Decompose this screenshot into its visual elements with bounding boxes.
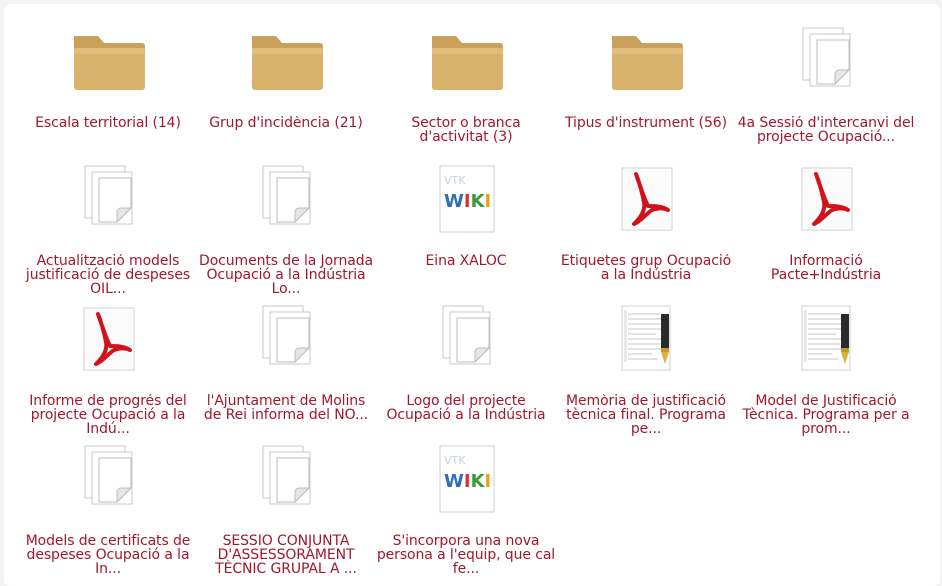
file-item[interactable]: Actualització models justificació de des… bbox=[18, 160, 198, 298]
wiki-icon: VTK WIKI bbox=[426, 440, 506, 520]
file-item-label[interactable]: Grup d'incidència (21) bbox=[196, 116, 376, 130]
pdf-icon bbox=[786, 160, 866, 240]
file-item[interactable]: Informació Pacte+Indústria bbox=[736, 160, 916, 298]
file-item-label[interactable]: Model de Justificació Tècnica. Programa … bbox=[736, 394, 916, 436]
file-item-label[interactable]: Escala territorial (14) bbox=[18, 116, 198, 130]
folder-icon bbox=[606, 22, 686, 102]
file-item-label[interactable]: 4a Sessió d'intercanvi del projecte Ocup… bbox=[736, 116, 916, 144]
document-stack-icon bbox=[246, 300, 326, 380]
file-item-label[interactable]: l'Ajuntament de Molins de Rei informa de… bbox=[196, 394, 376, 422]
file-browser-panel: Escala territorial (14) Grup d'incidènci… bbox=[4, 4, 940, 586]
wiki-icon: VTK WIKI bbox=[426, 160, 506, 240]
file-item[interactable]: Models de certificats de despeses Ocupac… bbox=[18, 440, 198, 578]
pdf-icon bbox=[606, 160, 686, 240]
document-stack-icon bbox=[68, 160, 148, 240]
file-item-label[interactable]: Logo del projecte Ocupació a la Indústri… bbox=[376, 394, 556, 422]
file-item[interactable]: Memòria de justificació tècnica final. P… bbox=[556, 300, 736, 438]
text-document-pen-icon bbox=[786, 300, 866, 380]
svg-text:WIKI: WIKI bbox=[444, 471, 491, 492]
document-stack-icon bbox=[246, 440, 326, 520]
folder-icon bbox=[68, 22, 148, 102]
file-item-label[interactable]: Informació Pacte+Indústria bbox=[736, 254, 916, 282]
file-item-label[interactable]: Actualització models justificació de des… bbox=[18, 254, 198, 296]
file-item-label[interactable]: Memòria de justificació tècnica final. P… bbox=[556, 394, 736, 436]
file-item[interactable]: Sector o branca d'activitat (3) bbox=[376, 22, 556, 160]
file-item[interactable]: Logo del projecte Ocupació a la Indústri… bbox=[376, 300, 556, 438]
file-item-label[interactable]: SESSIÓ CONJUNTA D'ASSESSORAMENT TÈCNIC G… bbox=[196, 534, 376, 576]
file-item[interactable]: 4a Sessió d'intercanvi del projecte Ocup… bbox=[736, 22, 916, 160]
file-item[interactable]: Tipus d'instrument (56) bbox=[556, 22, 736, 160]
folder-icon bbox=[426, 22, 506, 102]
file-item[interactable]: Documents de la Jornada Ocupació a la In… bbox=[196, 160, 376, 298]
file-item[interactable]: l'Ajuntament de Molins de Rei informa de… bbox=[196, 300, 376, 438]
file-item-label[interactable]: Etiquetes grup Ocupació a la Indústria bbox=[556, 254, 736, 282]
folder-icon bbox=[246, 22, 326, 102]
text-document-pen-icon bbox=[606, 300, 686, 380]
svg-text:VTK: VTK bbox=[444, 174, 466, 187]
file-item-label[interactable]: Tipus d'instrument (56) bbox=[556, 116, 736, 130]
document-stack-icon bbox=[426, 300, 506, 380]
document-stack-icon bbox=[68, 440, 148, 520]
file-item[interactable]: Model de Justificació Tècnica. Programa … bbox=[736, 300, 916, 438]
file-item[interactable]: Etiquetes grup Ocupació a la Indústria bbox=[556, 160, 736, 298]
file-item[interactable]: VTK WIKI Eina XALOC bbox=[376, 160, 556, 298]
pdf-icon bbox=[68, 300, 148, 380]
file-item[interactable]: Informe de progrés del projecte Ocupació… bbox=[18, 300, 198, 438]
svg-text:VTK: VTK bbox=[444, 454, 466, 467]
file-item-label[interactable]: Sector o branca d'activitat (3) bbox=[376, 116, 556, 144]
file-item-label[interactable]: Eina XALOC bbox=[376, 254, 556, 268]
item-grid: Escala territorial (14) Grup d'incidènci… bbox=[4, 4, 940, 586]
file-item[interactable]: VTK WIKI S'incorpora una nova persona a … bbox=[376, 440, 556, 578]
file-item[interactable]: Grup d'incidència (21) bbox=[196, 22, 376, 160]
file-item[interactable]: SESSIÓ CONJUNTA D'ASSESSORAMENT TÈCNIC G… bbox=[196, 440, 376, 578]
file-item-label[interactable]: Models de certificats de despeses Ocupac… bbox=[18, 534, 198, 576]
document-stack-icon bbox=[786, 22, 866, 102]
svg-text:WIKI: WIKI bbox=[444, 191, 491, 212]
file-item-label[interactable]: S'incorpora una nova persona a l'equip, … bbox=[376, 534, 556, 576]
file-item-label[interactable]: Informe de progrés del projecte Ocupació… bbox=[18, 394, 198, 436]
file-item[interactable]: Escala territorial (14) bbox=[18, 22, 198, 160]
file-item-label[interactable]: Documents de la Jornada Ocupació a la In… bbox=[196, 254, 376, 296]
document-stack-icon bbox=[246, 160, 326, 240]
